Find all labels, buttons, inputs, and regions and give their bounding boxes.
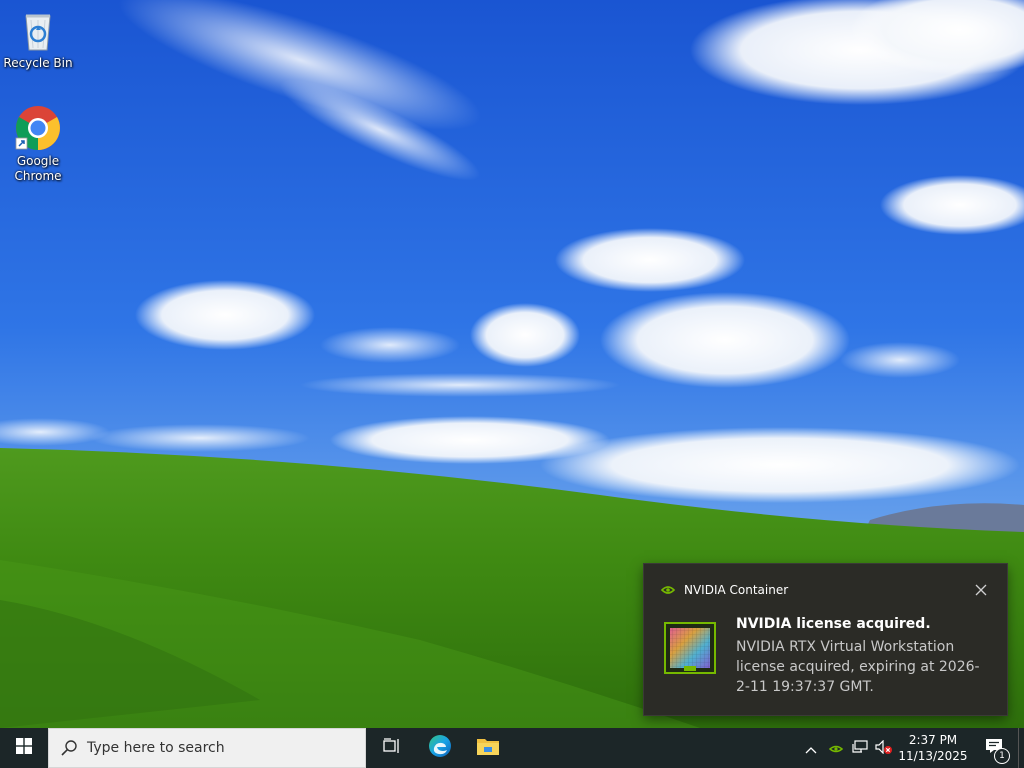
clock-date: 11/13/2025: [898, 749, 968, 763]
volume-muted-icon: [875, 739, 893, 758]
tray-volume[interactable]: [872, 728, 896, 768]
action-center-button[interactable]: 1: [970, 728, 1018, 768]
task-view-button[interactable]: [368, 728, 416, 768]
file-explorer-icon: [476, 736, 500, 760]
toast-title: NVIDIA license acquired.: [736, 616, 931, 632]
desktop-icon-recycle-bin[interactable]: Recycle Bin: [0, 6, 76, 71]
chevron-up-icon: [805, 739, 817, 758]
toast-body: NVIDIA RTX Virtual Workstation license a…: [736, 639, 980, 695]
notification-toast[interactable]: NVIDIA Container NVIDIA license acquired…: [644, 564, 1007, 715]
windows-logo-icon: [16, 738, 32, 758]
edge-button[interactable]: [416, 728, 464, 768]
search-icon: [61, 740, 77, 756]
clock-time: 2:37 PM: [908, 733, 958, 747]
notification-count-badge: 1: [994, 748, 1010, 764]
desktop-icon-label: Google Chrome: [14, 154, 62, 183]
gpu-chip-icon: [664, 622, 716, 674]
tray-network[interactable]: [848, 728, 872, 768]
nvidia-icon: [660, 581, 676, 600]
desktop-icon-google-chrome[interactable]: Google Chrome: [0, 104, 76, 184]
close-icon[interactable]: [971, 580, 991, 600]
nvidia-icon: [828, 739, 844, 758]
toast-header: NVIDIA Container: [660, 582, 788, 598]
show-desktop-button[interactable]: [1018, 728, 1024, 768]
taskbar-search-box[interactable]: Type here to search: [48, 728, 366, 768]
taskbar-clock[interactable]: 2:37 PM 11/13/2025: [896, 732, 970, 764]
edge-icon: [428, 734, 452, 762]
chrome-icon: [14, 104, 62, 152]
toast-app-name: NVIDIA Container: [684, 583, 789, 597]
recycle-bin-icon: [14, 6, 62, 54]
task-view-icon: [383, 738, 401, 758]
tray-nvidia[interactable]: [824, 728, 848, 768]
system-tray: 2:37 PM 11/13/2025 1: [798, 728, 1024, 768]
show-hidden-icons-button[interactable]: [798, 728, 824, 768]
network-icon: [852, 739, 868, 758]
search-placeholder: Type here to search: [87, 740, 225, 756]
taskbar: Type here to search 2:37 PM 11/13/2025 1: [0, 728, 1024, 768]
desktop-icon-label: Recycle Bin: [3, 56, 73, 70]
start-button[interactable]: [0, 728, 48, 768]
file-explorer-button[interactable]: [464, 728, 512, 768]
